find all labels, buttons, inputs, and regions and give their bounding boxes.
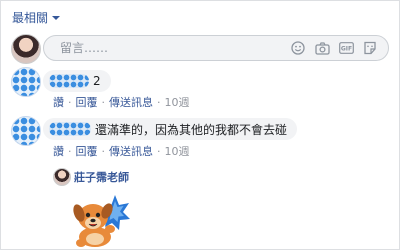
sort-dropdown[interactable]: 最相關 <box>12 9 61 26</box>
chevron-down-icon[interactable] <box>52 15 61 20</box>
comment-text: 還滿準的，因為其他的我都不會去碰 <box>95 122 288 137</box>
gif-icon[interactable]: GIF <box>338 40 354 56</box>
reply-link[interactable]: 回覆 <box>76 94 98 110</box>
camera-icon[interactable] <box>314 40 330 56</box>
send-message-link[interactable]: 傳送訊息 <box>109 94 153 110</box>
current-user-avatar[interactable] <box>11 34 41 64</box>
sort-label[interactable]: 最相關 <box>12 9 48 26</box>
svg-text:GIF: GIF <box>340 46 351 53</box>
comment-composer[interactable]: GIF <box>43 35 389 61</box>
comment-input[interactable] <box>44 38 290 58</box>
comment-bubble: 2 <box>43 70 111 92</box>
reply-author-name[interactable]: 莊子霈老師 <box>74 169 129 185</box>
reply-link[interactable]: 回覆 <box>76 143 98 159</box>
comment-section: 最相關 GIF 2 讚 · 回覆 · 傳送訊息 · <box>0 0 400 250</box>
commenter-avatar[interactable] <box>11 67 41 97</box>
send-message-link[interactable]: 傳送訊息 <box>109 143 153 159</box>
commenter-name[interactable] <box>49 122 91 136</box>
sticker-icon[interactable] <box>362 40 378 56</box>
comment-timestamp[interactable]: 10週 <box>165 94 190 110</box>
comment-text: 2 <box>93 74 101 88</box>
reply-author-avatar[interactable] <box>53 168 71 186</box>
comment-bubble: 還滿準的，因為其他的我都不會去碰 <box>43 118 298 140</box>
comment-actions: 讚 · 回覆 · 傳送訊息 · 10週 <box>53 94 190 110</box>
comment-timestamp[interactable]: 10週 <box>165 143 190 159</box>
like-link[interactable]: 讚 <box>53 143 64 159</box>
emoji-icon[interactable] <box>290 40 306 56</box>
dog-sticker <box>73 195 130 247</box>
comment-actions: 讚 · 回覆 · 傳送訊息 · 10週 <box>53 143 190 159</box>
like-link[interactable]: 讚 <box>53 94 64 110</box>
commenter-avatar[interactable] <box>11 116 41 146</box>
commenter-name[interactable] <box>49 74 89 88</box>
composer-icons: GIF <box>290 40 388 56</box>
